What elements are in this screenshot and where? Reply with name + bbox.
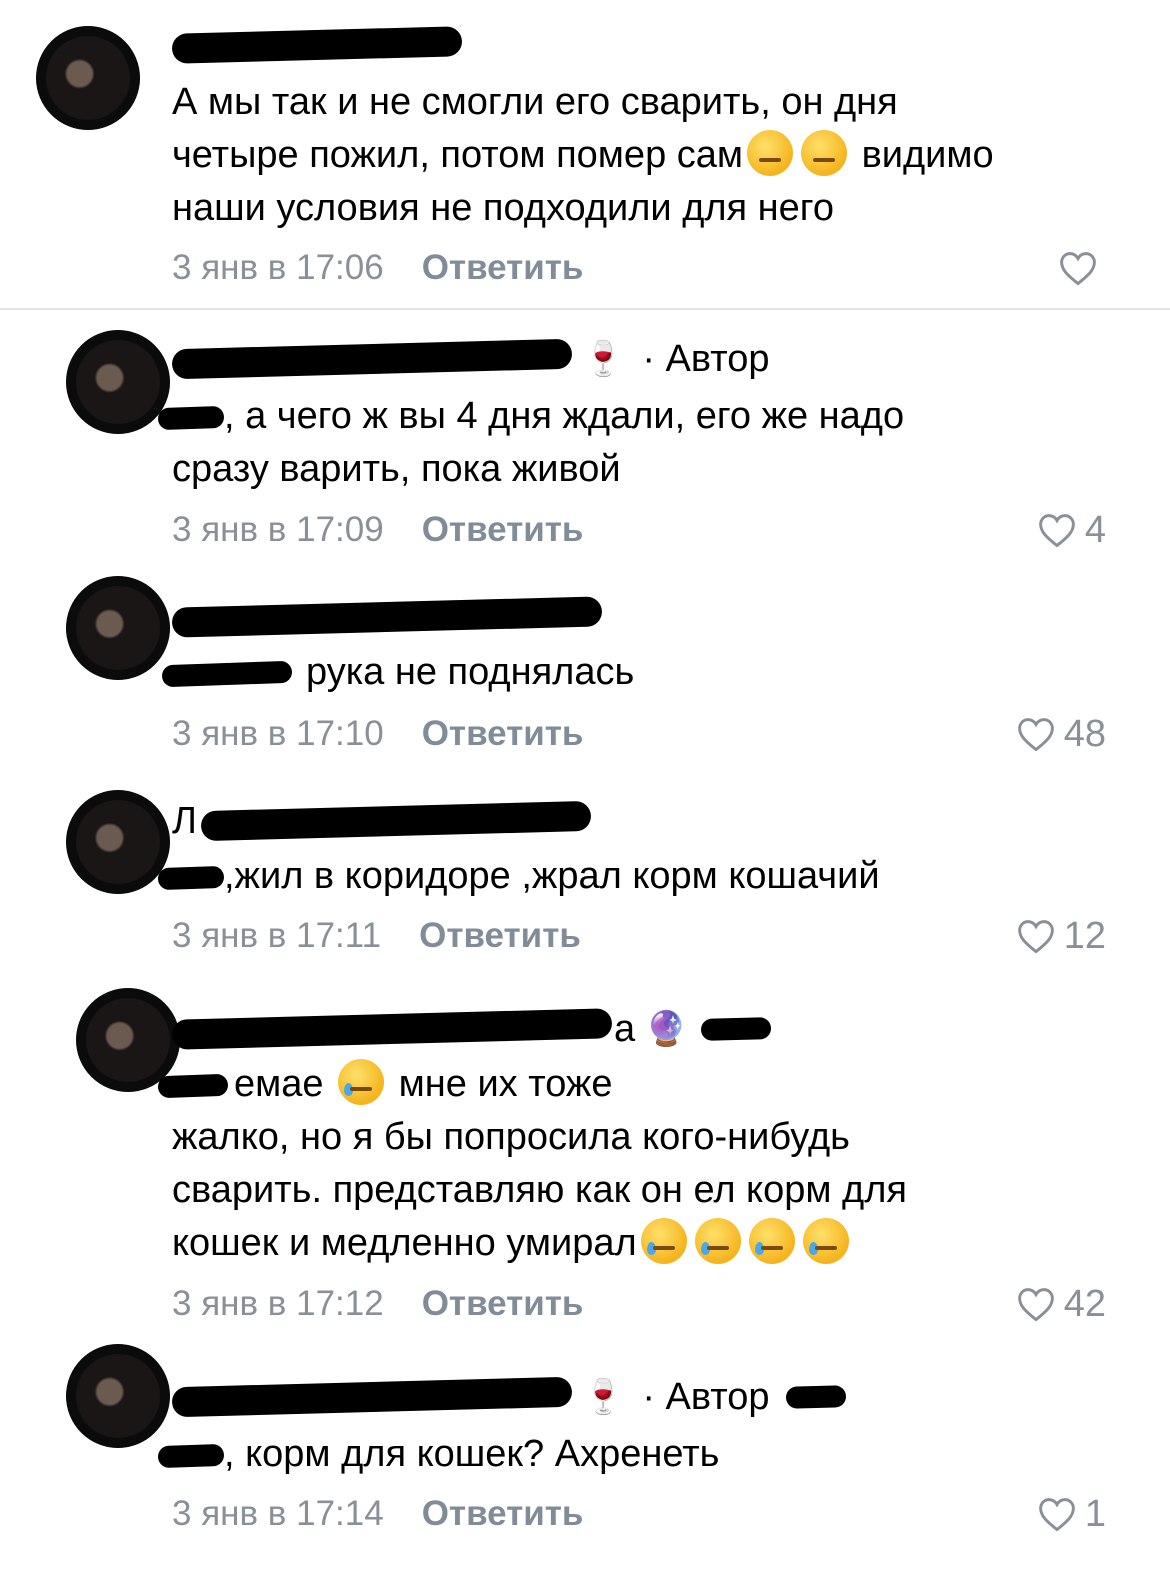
reply-button[interactable]: Ответить (422, 1284, 584, 1324)
author-name-redacted[interactable] (171, 20, 463, 70)
like-button[interactable]: 4 (1037, 508, 1106, 552)
author-row: Л (172, 796, 592, 846)
heart-icon (1039, 514, 1075, 548)
author-name-redacted[interactable] (171, 592, 603, 642)
reply-button[interactable]: Ответить (422, 714, 584, 754)
mention-redacted[interactable] (157, 865, 225, 891)
like-count: 12 (1063, 914, 1106, 957)
extra-redacted (701, 1017, 772, 1041)
comment-text: рука не поднялась (161, 646, 1122, 699)
reply-button[interactable]: Ответить (422, 1494, 584, 1534)
heart-icon (1060, 252, 1096, 286)
mention-redacted[interactable] (157, 405, 225, 431)
extra-redacted (785, 1385, 846, 1409)
reply-button[interactable]: Ответить (422, 248, 584, 288)
reply-button[interactable]: Ответить (419, 916, 581, 956)
avatar[interactable] (66, 576, 170, 680)
avatar[interactable] (66, 330, 170, 434)
comment-date: 3 янв в 17:10 (172, 714, 384, 753)
comment-date: 3 янв в 17:14 (172, 1494, 384, 1533)
like-count: 42 (1063, 1282, 1106, 1325)
comment-date: 3 янв в 17:12 (172, 1284, 384, 1323)
divider (0, 308, 1170, 310)
wine-glass-icon: 🍷 (582, 340, 625, 378)
comment-date: 3 янв в 17:09 (172, 510, 384, 549)
author-name-initial[interactable]: Л (172, 800, 197, 843)
comment-text: емае мне их тоже жалко, но я бы попросил… (157, 1058, 1122, 1270)
author-row: а 🔮 (171, 1004, 772, 1054)
like-count: 4 (1084, 508, 1106, 551)
tired-face-icon (801, 130, 848, 176)
mention-redacted[interactable] (157, 1073, 229, 1099)
avatar[interactable] (66, 1344, 170, 1448)
heart-icon (1017, 920, 1054, 954)
comment-date: 3 янв в 17:11 (172, 916, 382, 955)
author-name-tail[interactable]: а (614, 1008, 635, 1051)
crying-face-icon (748, 1218, 795, 1264)
author-name-redacted[interactable] (171, 1008, 613, 1050)
author-row: 🍷 · Автор (171, 1372, 846, 1422)
author-name-redacted[interactable] (171, 1376, 573, 1418)
like-count: 48 (1063, 712, 1106, 755)
avatar[interactable] (66, 790, 170, 894)
mention-redacted[interactable] (157, 1443, 225, 1469)
author-badge: · Автор (642, 1375, 770, 1418)
heart-icon (1017, 1288, 1054, 1322)
crying-face-icon (694, 1218, 741, 1264)
like-button[interactable]: 12 (1016, 914, 1106, 958)
comment-date: 3 янв в 17:06 (172, 248, 384, 287)
crying-face-icon (802, 1218, 849, 1264)
like-button[interactable]: 1 (1037, 1492, 1106, 1536)
like-button[interactable]: 42 (1016, 1282, 1106, 1326)
author-name-redacted[interactable] (171, 338, 573, 380)
like-count: 1 (1084, 1492, 1106, 1535)
crying-face-icon (640, 1218, 687, 1264)
weary-face-icon (747, 130, 794, 176)
like-button[interactable]: 48 (1016, 712, 1106, 756)
comment-text: ,жил в коридоре ,жрал корм кошачий (157, 850, 1122, 903)
heart-icon (1017, 718, 1054, 752)
mention-redacted[interactable] (161, 660, 293, 688)
comment-text: , а чего ж вы 4 дня ждали, его же надо с… (157, 390, 1122, 496)
author-name-redacted[interactable] (200, 800, 592, 842)
comment-text: , корм для кошек? Ахренеть (157, 1428, 1122, 1481)
pink-crystal-icon: 🔮 (645, 1010, 688, 1048)
heart-icon (1039, 1498, 1075, 1532)
crying-face-icon (338, 1059, 385, 1105)
author-row: 🍷 · Автор (171, 334, 770, 384)
comment-text: А мы так и не смогли его сварить, он дня… (172, 81, 994, 229)
avatar[interactable] (36, 26, 140, 130)
author-badge: · Автор (642, 337, 770, 380)
wine-glass-icon: 🍷 (582, 1378, 625, 1416)
like-button[interactable] (1058, 246, 1106, 290)
reply-button[interactable]: Ответить (422, 510, 584, 550)
